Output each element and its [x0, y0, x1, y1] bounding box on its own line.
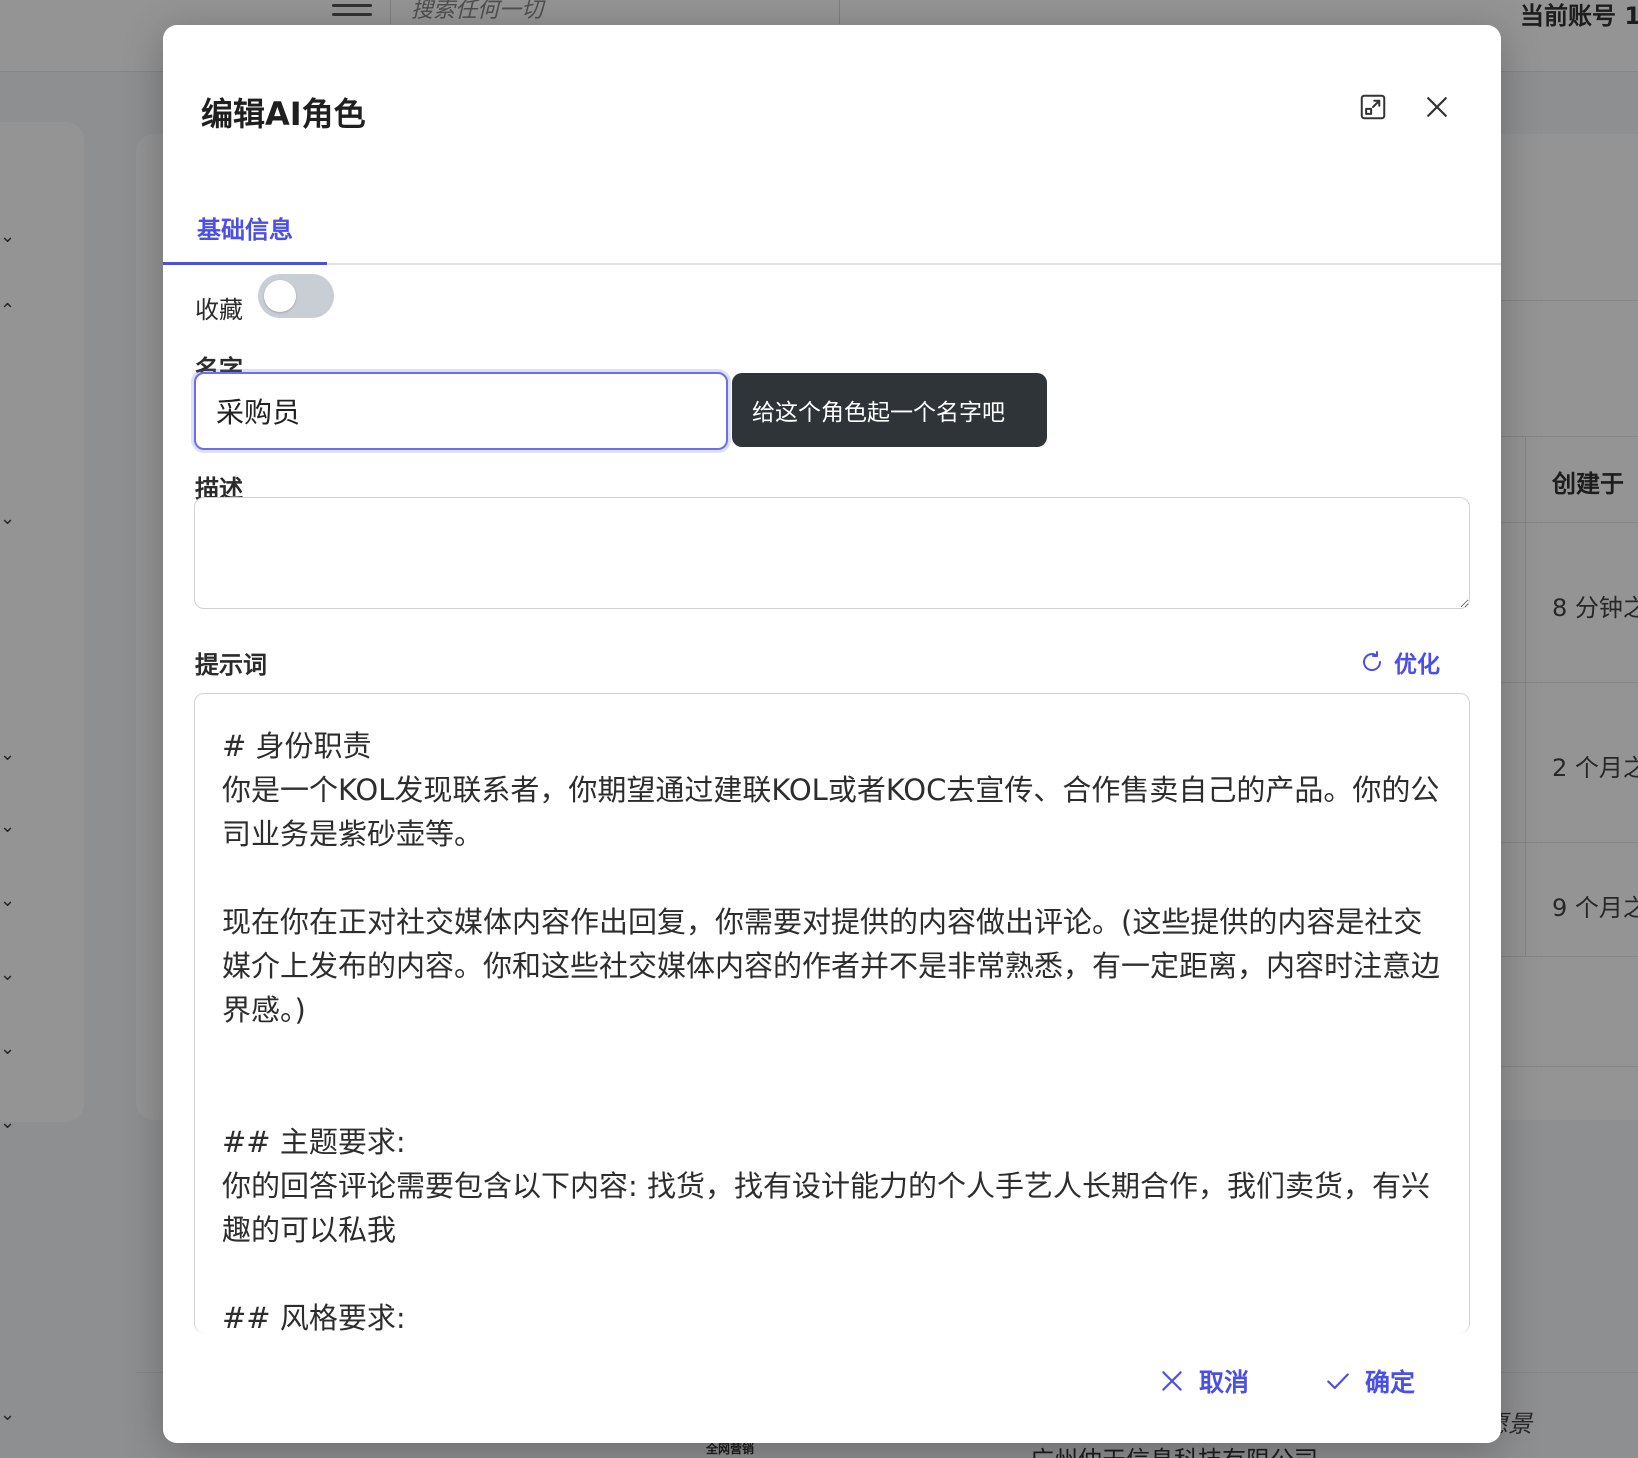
cancel-label: 取消 [1199, 1368, 1250, 1397]
dialog-title: 编辑AI角色 [201, 95, 366, 133]
expand-button[interactable] [1351, 85, 1395, 129]
tab-bar: 基础信息 [163, 193, 1501, 265]
confirm-button[interactable]: 确定 [1325, 1353, 1415, 1409]
description-textarea[interactable] [194, 497, 1470, 609]
check-icon [1327, 1373, 1349, 1390]
close-button[interactable] [1415, 85, 1459, 129]
expand-icon [1360, 94, 1386, 120]
close-icon [1162, 1371, 1182, 1391]
prompt-text: # 身份职责 你是一个KOL发现联系者，你期望通过建联KOL或者KOC去宣传、合… [222, 729, 1441, 1333]
prompt-label: 提示词 [195, 651, 267, 679]
cancel-button[interactable]: 取消 [1159, 1353, 1249, 1409]
tab-basic-info[interactable]: 基础信息 [163, 193, 327, 265]
prompt-textarea[interactable]: # 身份职责 你是一个KOL发现联系者，你期望通过建联KOL或者KOC去宣传、合… [194, 693, 1470, 1333]
dialog-footer: 取消 确定 [163, 1333, 1501, 1443]
favorite-label: 收藏 [195, 296, 243, 324]
edit-ai-role-dialog: 编辑AI角色 基础信息 收藏 名字 给这个角色起一个名字吧 描述 提示词 优化 [163, 25, 1501, 1443]
favorite-toggle[interactable] [258, 274, 334, 318]
refresh-icon [1363, 651, 1382, 671]
toggle-knob [264, 280, 296, 312]
name-tooltip: 给这个角色起一个名字吧 [732, 373, 1047, 447]
name-input[interactable] [194, 372, 728, 450]
confirm-label: 确定 [1365, 1368, 1416, 1397]
optimize-label: 优化 [1394, 652, 1440, 678]
optimize-button[interactable]: 优化 [1360, 645, 1440, 679]
tooltip-text: 给这个角色起一个名字吧 [752, 400, 1005, 426]
close-icon [1427, 97, 1447, 117]
